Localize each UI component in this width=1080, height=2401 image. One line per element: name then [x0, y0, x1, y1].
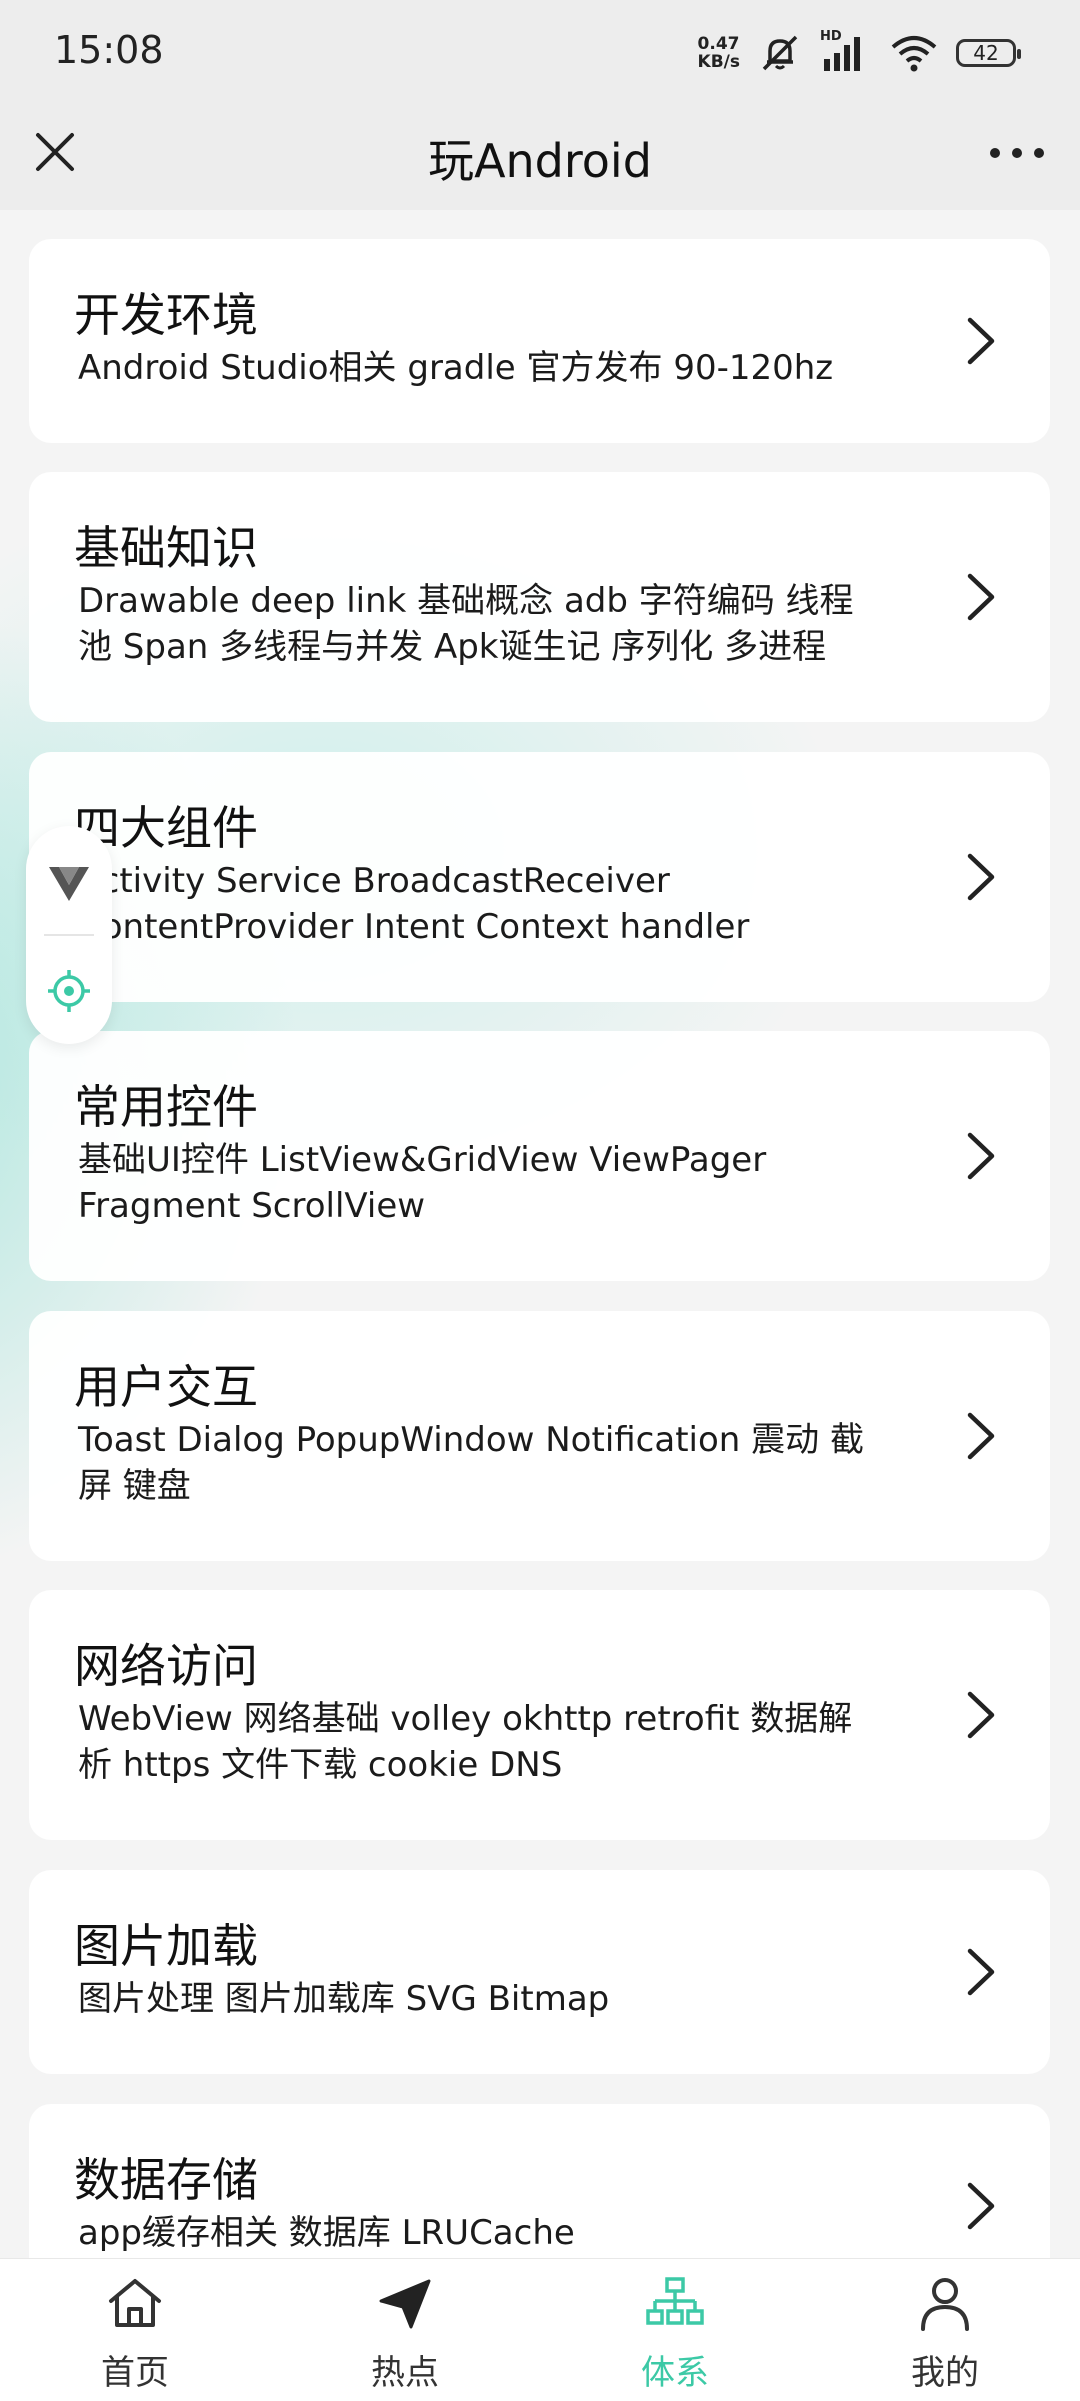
wifi-icon [891, 36, 937, 72]
category-card[interactable]: 图片加载 图片处理 图片加载库 SVG Bitmap [29, 1870, 1050, 2074]
chevron-right-icon [967, 2182, 995, 2230]
category-title: 开发环境 [74, 288, 258, 342]
hierarchy-icon [646, 2277, 704, 2325]
title-bar: 玩Android [0, 105, 1080, 210]
category-desc: WebView 网络基础 volley okhttp retrofit 数据解析… [78, 1699, 853, 1785]
chevron-right-icon [967, 317, 995, 365]
net-speed: 0.47 KB/s [697, 34, 740, 72]
category-title: 图片加载 [74, 1919, 258, 1973]
category-list: 开发环境 Android Studio相关 gradle 官方发布 90-120… [0, 210, 1080, 2258]
category-card[interactable]: 开发环境 Android Studio相关 gradle 官方发布 90-120… [29, 239, 1050, 443]
nav-label: 首页 [101, 2353, 169, 2393]
chevron-right-icon [967, 1132, 995, 1180]
page-title: 玩Android [428, 134, 652, 188]
category-desc: app缓存相关 数据库 LRUCache [78, 2213, 575, 2253]
category-title: 数据存储 [74, 2153, 258, 2207]
more-icon[interactable] [984, 135, 1050, 171]
category-title: 常用控件 [74, 1080, 258, 1134]
person-icon [921, 2278, 969, 2331]
chevron-right-icon [967, 1948, 995, 1996]
status-time: 15:08 [54, 28, 164, 72]
category-desc: Drawable deep link 基础概念 adb 字符编码 线程池 Spa… [78, 581, 854, 667]
v-logo-icon[interactable] [45, 859, 93, 907]
send-icon [379, 2279, 431, 2329]
category-desc: Android Studio相关 gradle 官方发布 90-120hz [78, 348, 834, 388]
nav-item-hot[interactable]: 热点 [270, 2259, 540, 2401]
category-desc: Toast Dialog PopupWindow Notification 震动… [78, 1420, 864, 1506]
category-title: 基础知识 [74, 521, 258, 575]
mute-bell-icon [762, 35, 798, 71]
nav-item-home[interactable]: 首页 [0, 2259, 270, 2401]
chevron-right-icon [967, 573, 995, 621]
divider [44, 934, 94, 936]
chevron-right-icon [967, 853, 995, 901]
category-card[interactable]: 用户交互 Toast Dialog PopupWindow Notificati… [29, 1311, 1050, 1561]
category-desc: 基础UI控件 ListView&GridView ViewPager Fragm… [78, 1140, 767, 1226]
category-card[interactable]: 四大组件 Activity Service BroadcastReceiver … [29, 752, 1050, 1002]
category-desc: Activity Service BroadcastReceiver Conte… [78, 861, 750, 947]
nav-item-system[interactable]: 体系 [540, 2259, 810, 2401]
locate-icon[interactable] [46, 968, 92, 1014]
category-card[interactable]: 网络访问 WebView 网络基础 volley okhttp retrofit… [29, 1590, 1050, 1840]
floating-toolbar [26, 826, 112, 1044]
category-card[interactable]: 基础知识 Drawable deep link 基础概念 adb 字符编码 线程… [29, 472, 1050, 722]
category-title: 用户交互 [74, 1360, 258, 1414]
status-icons: 0.47 KB/s HD 42 [697, 29, 1021, 76]
home-icon [109, 2279, 161, 2327]
chevron-right-icon [967, 1691, 995, 1739]
category-title: 网络访问 [74, 1639, 258, 1693]
status-bar: 15:08 0.47 KB/s HD 42 [0, 0, 1080, 105]
category-card[interactable]: 数据存储 app缓存相关 数据库 LRUCache [29, 2104, 1050, 2258]
signal-icon [824, 37, 860, 71]
signal-strength: HD [820, 29, 872, 73]
battery-indicator: 42 [956, 39, 1021, 67]
bottom-nav: 首页 热点 体系 我的 [0, 2258, 1080, 2401]
nav-label: 我的 [911, 2353, 979, 2393]
nav-label: 体系 [641, 2353, 709, 2393]
chevron-right-icon [967, 1412, 995, 1460]
nav-item-mine[interactable]: 我的 [810, 2259, 1080, 2401]
category-desc: 图片处理 图片加载库 SVG Bitmap [78, 1979, 610, 2019]
category-card[interactable]: 常用控件 基础UI控件 ListView&GridView ViewPager … [29, 1031, 1050, 1281]
nav-label: 热点 [371, 2353, 439, 2393]
